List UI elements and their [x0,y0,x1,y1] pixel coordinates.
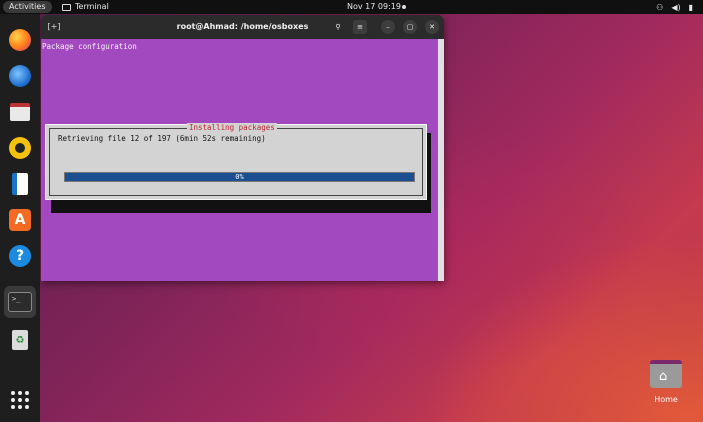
close-button[interactable]: ✕ [425,20,439,34]
dock-thunderbird[interactable] [6,62,34,90]
help-icon: ? [9,245,31,267]
firefox-icon [9,29,31,51]
menu-button[interactable]: ≡ [353,20,367,34]
dialog-title: Installing packages [187,123,277,132]
home-folder-label[interactable]: Home [646,395,686,404]
top-bar: Activities Terminal Nov 17 09:19 ⚇ ◀) ▮ [0,0,703,14]
libreoffice-writer-icon [12,173,28,195]
window-titlebar[interactable]: [+] root@Ahmad: /home/osboxes ⚲ ≡ – ▢ ✕ [41,15,444,39]
progress-label: 0% [235,173,244,181]
terminal-window: [+] root@Ahmad: /home/osboxes ⚲ ≡ – ▢ ✕ … [41,15,444,281]
package-config-header: Package configuration [42,42,137,51]
files-icon [10,103,30,121]
dock-terminal[interactable]: >_ [4,286,36,318]
system-menu[interactable]: ⚇ ◀) ▮ [656,0,693,14]
dialog-status-text: Retrieving file 12 of 197 (6min 52s rema… [58,134,266,143]
clock[interactable]: Nov 17 09:19 [347,0,401,14]
dock-rhythmbox[interactable] [6,134,34,162]
app-menu[interactable]: Terminal [62,0,109,14]
terminal-icon: >_ [8,292,32,312]
dock-help[interactable]: ? [6,242,34,270]
search-button[interactable]: ⚲ [331,20,345,34]
terminal-body[interactable]: Package configuration Installing package… [41,39,438,281]
dock-app-center[interactable]: A [6,206,34,234]
app-menu-label: Terminal [75,2,109,11]
maximize-button[interactable]: ▢ [403,20,417,34]
dock-trash[interactable]: ♻ [6,326,34,354]
trash-icon: ♻ [12,330,28,350]
progress-bar: 0% [64,172,415,182]
notification-dot [402,5,406,9]
minimize-button[interactable]: – [381,20,395,34]
installing-dialog: Installing packages Retrieving file 12 o… [45,123,427,200]
dock-files[interactable] [6,98,34,126]
dock-show-apps[interactable] [6,386,34,414]
network-icon: ⚇ [656,2,664,12]
show-apps-icon [11,391,29,409]
dialog-frame: Installing packages Retrieving file 12 o… [49,123,423,196]
battery-icon: ▮ [688,2,693,12]
home-glyph: ⌂ [659,369,668,384]
app-center-icon: A [9,209,31,231]
terminal-app-icon [62,3,71,11]
thunderbird-icon [9,65,31,87]
dock-firefox[interactable] [6,26,34,54]
dock: A ? >_ ♻ [0,14,40,422]
volume-icon: ◀) [671,2,681,12]
dock-writer[interactable] [6,170,34,198]
terminal-scrollbar[interactable] [438,39,444,281]
home-folder-icon[interactable]: ⌂ [650,360,682,388]
activities-button[interactable]: Activities [3,1,52,13]
rhythmbox-icon [9,137,31,159]
